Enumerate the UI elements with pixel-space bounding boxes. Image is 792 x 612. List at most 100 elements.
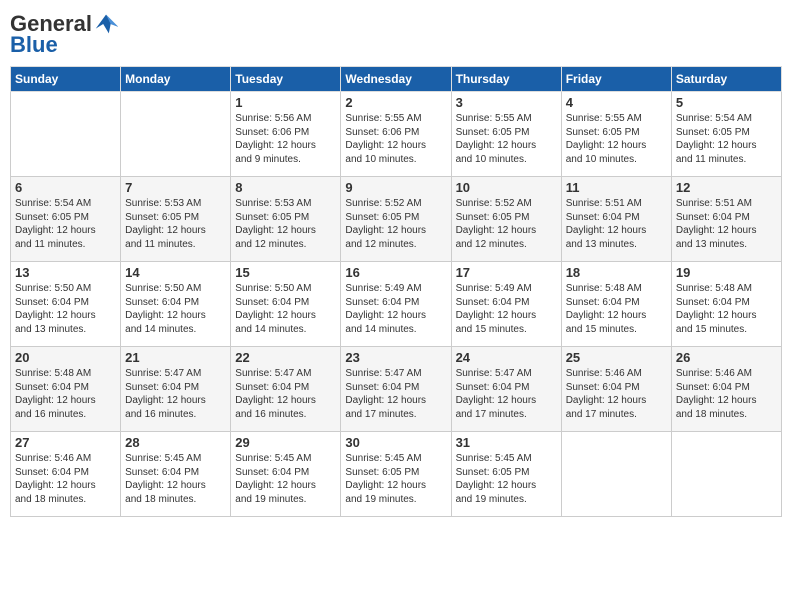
calendar-week-row: 20 Sunrise: 5:48 AM Sunset: 6:04 PM Dayli…: [11, 347, 782, 432]
day-number: 26: [676, 350, 777, 365]
calendar-day-cell: 30 Sunrise: 5:45 AM Sunset: 6:05 PM Dayli…: [341, 432, 451, 517]
day-number: 14: [125, 265, 226, 280]
day-info: Sunrise: 5:54 AM Sunset: 6:05 PM Dayligh…: [676, 112, 777, 166]
calendar-day-cell: 10 Sunrise: 5:52 AM Sunset: 6:05 PM Dayli…: [451, 177, 561, 262]
day-number: 6: [15, 180, 116, 195]
day-number: 18: [566, 265, 667, 280]
day-info: Sunrise: 5:54 AM Sunset: 6:05 PM Dayligh…: [15, 197, 116, 251]
day-number: 28: [125, 435, 226, 450]
day-number: 24: [456, 350, 557, 365]
calendar-day-cell: 2 Sunrise: 5:55 AM Sunset: 6:06 PM Daylig…: [341, 92, 451, 177]
day-number: 2: [345, 95, 446, 110]
day-number: 23: [345, 350, 446, 365]
calendar-header-saturday: Saturday: [671, 67, 781, 92]
day-info: Sunrise: 5:52 AM Sunset: 6:05 PM Dayligh…: [345, 197, 446, 251]
calendar-header-row: SundayMondayTuesdayWednesdayThursdayFrid…: [11, 67, 782, 92]
calendar-day-cell: 20 Sunrise: 5:48 AM Sunset: 6:04 PM Dayli…: [11, 347, 121, 432]
calendar-day-cell: 28Sunrise: 5:45 AM Sunset: 6:04 PM Dayli…: [121, 432, 231, 517]
calendar-day-cell: 15 Sunrise: 5:50 AM Sunset: 6:04 PM Dayli…: [231, 262, 341, 347]
day-info: Sunrise: 5:56 AM Sunset: 6:06 PM Dayligh…: [235, 112, 336, 166]
day-info: Sunrise: 5:50 AM Sunset: 6:04 PM Dayligh…: [235, 282, 336, 336]
day-info: Sunrise: 5:46 AM Sunset: 6:04 PM Dayligh…: [566, 367, 667, 421]
calendar-day-cell: 8 Sunrise: 5:53 AM Sunset: 6:05 PM Daylig…: [231, 177, 341, 262]
day-info: Sunrise: 5:49 AM Sunset: 6:04 PM Dayligh…: [345, 282, 446, 336]
calendar-day-cell: 13 Sunrise: 5:50 AM Sunset: 6:04 PM Dayli…: [11, 262, 121, 347]
day-info: Sunrise: 5:45 AM Sunset: 6:04 PM Dayligh…: [235, 452, 336, 506]
day-info: Sunrise: 5:45 AM Sunset: 6:05 PM Dayligh…: [456, 452, 557, 506]
calendar-day-cell: 6 Sunrise: 5:54 AM Sunset: 6:05 PM Daylig…: [11, 177, 121, 262]
calendar-day-cell: 23Sunrise: 5:47 AM Sunset: 6:04 PM Dayli…: [341, 347, 451, 432]
calendar-day-cell: 16 Sunrise: 5:49 AM Sunset: 6:04 PM Dayli…: [341, 262, 451, 347]
calendar-day-cell: 11 Sunrise: 5:51 AM Sunset: 6:04 PM Dayli…: [561, 177, 671, 262]
calendar-day-cell: 19 Sunrise: 5:48 AM Sunset: 6:04 PM Dayli…: [671, 262, 781, 347]
calendar-day-cell: 29 Sunrise: 5:45 AM Sunset: 6:04 PM Dayli…: [231, 432, 341, 517]
calendar-day-cell: 27Sunrise: 5:46 AM Sunset: 6:04 PM Dayli…: [11, 432, 121, 517]
calendar-day-cell: 18 Sunrise: 5:48 AM Sunset: 6:04 PM Dayli…: [561, 262, 671, 347]
day-number: 19: [676, 265, 777, 280]
calendar-day-cell: 14 Sunrise: 5:50 AM Sunset: 6:04 PM Dayli…: [121, 262, 231, 347]
day-number: 15: [235, 265, 336, 280]
day-info: Sunrise: 5:55 AM Sunset: 6:06 PM Dayligh…: [345, 112, 446, 166]
day-info: Sunrise: 5:51 AM Sunset: 6:04 PM Dayligh…: [566, 197, 667, 251]
calendar-header-tuesday: Tuesday: [231, 67, 341, 92]
day-info: Sunrise: 5:53 AM Sunset: 6:05 PM Dayligh…: [235, 197, 336, 251]
day-info: Sunrise: 5:52 AM Sunset: 6:05 PM Dayligh…: [456, 197, 557, 251]
day-number: 29: [235, 435, 336, 450]
calendar-day-cell: 9 Sunrise: 5:52 AM Sunset: 6:05 PM Daylig…: [341, 177, 451, 262]
calendar-header-sunday: Sunday: [11, 67, 121, 92]
day-info: Sunrise: 5:55 AM Sunset: 6:05 PM Dayligh…: [566, 112, 667, 166]
calendar-day-cell: 3Sunrise: 5:55 AM Sunset: 6:05 PM Daylig…: [451, 92, 561, 177]
calendar-table: SundayMondayTuesdayWednesdayThursdayFrid…: [10, 66, 782, 517]
day-number: 25: [566, 350, 667, 365]
day-info: Sunrise: 5:51 AM Sunset: 6:04 PM Dayligh…: [676, 197, 777, 251]
calendar-day-cell: 31 Sunrise: 5:45 AM Sunset: 6:05 PM Dayli…: [451, 432, 561, 517]
calendar-day-cell: 22Sunrise: 5:47 AM Sunset: 6:04 PM Dayli…: [231, 347, 341, 432]
day-info: Sunrise: 5:47 AM Sunset: 6:04 PM Dayligh…: [235, 367, 336, 421]
day-number: 11: [566, 180, 667, 195]
day-number: 9: [345, 180, 446, 195]
calendar-day-cell: 1Sunrise: 5:56 AM Sunset: 6:06 PM Daylig…: [231, 92, 341, 177]
day-info: Sunrise: 5:46 AM Sunset: 6:04 PM Dayligh…: [676, 367, 777, 421]
day-number: 16: [345, 265, 446, 280]
calendar-week-row: 27Sunrise: 5:46 AM Sunset: 6:04 PM Dayli…: [11, 432, 782, 517]
day-number: 8: [235, 180, 336, 195]
calendar-week-row: 13 Sunrise: 5:50 AM Sunset: 6:04 PM Dayli…: [11, 262, 782, 347]
day-number: 17: [456, 265, 557, 280]
day-info: Sunrise: 5:46 AM Sunset: 6:04 PM Dayligh…: [15, 452, 116, 506]
day-info: Sunrise: 5:47 AM Sunset: 6:04 PM Dayligh…: [125, 367, 226, 421]
calendar-header-monday: Monday: [121, 67, 231, 92]
calendar-day-cell: [11, 92, 121, 177]
day-number: 20: [15, 350, 116, 365]
day-number: 31: [456, 435, 557, 450]
calendar-day-cell: 5 Sunrise: 5:54 AM Sunset: 6:05 PM Daylig…: [671, 92, 781, 177]
day-number: 30: [345, 435, 446, 450]
day-number: 13: [15, 265, 116, 280]
day-info: Sunrise: 5:50 AM Sunset: 6:04 PM Dayligh…: [15, 282, 116, 336]
calendar-header-wednesday: Wednesday: [341, 67, 451, 92]
day-number: 4: [566, 95, 667, 110]
calendar-day-cell: [671, 432, 781, 517]
day-number: 21: [125, 350, 226, 365]
calendar-day-cell: [561, 432, 671, 517]
day-info: Sunrise: 5:45 AM Sunset: 6:05 PM Dayligh…: [345, 452, 446, 506]
day-info: Sunrise: 5:55 AM Sunset: 6:05 PM Dayligh…: [456, 112, 557, 166]
calendar-day-cell: 26 Sunrise: 5:46 AM Sunset: 6:04 PM Dayli…: [671, 347, 781, 432]
day-number: 5: [676, 95, 777, 110]
day-info: Sunrise: 5:53 AM Sunset: 6:05 PM Dayligh…: [125, 197, 226, 251]
calendar-day-cell: 7Sunrise: 5:53 AM Sunset: 6:05 PM Daylig…: [121, 177, 231, 262]
day-info: Sunrise: 5:48 AM Sunset: 6:04 PM Dayligh…: [15, 367, 116, 421]
calendar-week-row: 1Sunrise: 5:56 AM Sunset: 6:06 PM Daylig…: [11, 92, 782, 177]
logo-bird-icon: [92, 10, 120, 38]
calendar-week-row: 6 Sunrise: 5:54 AM Sunset: 6:05 PM Daylig…: [11, 177, 782, 262]
day-info: Sunrise: 5:47 AM Sunset: 6:04 PM Dayligh…: [456, 367, 557, 421]
day-number: 10: [456, 180, 557, 195]
header: General Blue: [10, 10, 782, 58]
calendar-day-cell: [121, 92, 231, 177]
day-info: Sunrise: 5:50 AM Sunset: 6:04 PM Dayligh…: [125, 282, 226, 336]
logo-blue-text: Blue: [10, 32, 58, 58]
day-info: Sunrise: 5:48 AM Sunset: 6:04 PM Dayligh…: [566, 282, 667, 336]
day-info: Sunrise: 5:48 AM Sunset: 6:04 PM Dayligh…: [676, 282, 777, 336]
logo: General Blue: [10, 10, 120, 58]
calendar-day-cell: 12Sunrise: 5:51 AM Sunset: 6:04 PM Dayli…: [671, 177, 781, 262]
calendar-header-thursday: Thursday: [451, 67, 561, 92]
